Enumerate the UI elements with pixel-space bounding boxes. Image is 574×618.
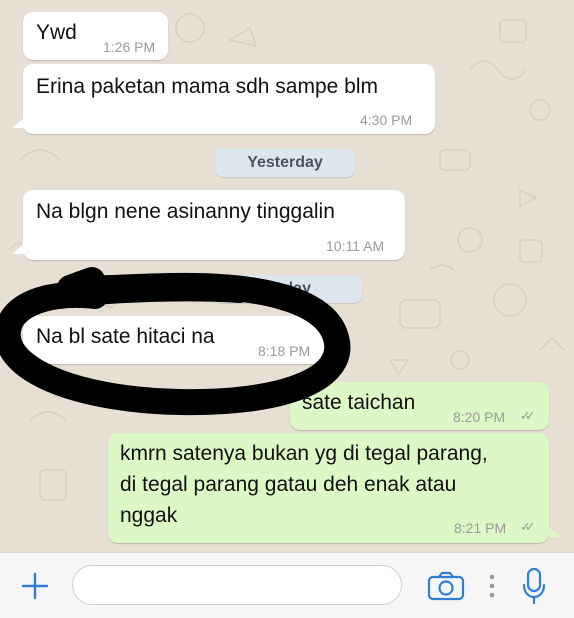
message-text: Na bl sate hitaci na bbox=[36, 325, 215, 348]
date-separator: Today bbox=[214, 275, 362, 303]
message-text: kmrn satenya bukan yg di tegal parang, d… bbox=[120, 442, 488, 527]
message-input[interactable] bbox=[72, 565, 402, 605]
read-receipt-icon: ✓✓ bbox=[520, 519, 536, 534]
message-text: Na blgn nene asinanny tinggalin bbox=[36, 200, 335, 223]
date-separator: Yesterday bbox=[215, 149, 355, 177]
message-bubble-incoming[interactable]: Ywd 1:26 PM bbox=[23, 12, 168, 60]
microphone-icon bbox=[522, 567, 546, 605]
more-dots-icon bbox=[489, 574, 495, 598]
message-text: Erina paketan mama sdh sampe blm bbox=[36, 75, 378, 98]
compose-bar bbox=[0, 552, 574, 618]
voice-message-button[interactable] bbox=[516, 565, 552, 607]
chat-area[interactable]: Ywd 1:26 PM Erina paketan mama sdh sampe… bbox=[0, 0, 574, 552]
message-bubble-outgoing[interactable]: kmrn satenya bukan yg di tegal parang, d… bbox=[108, 433, 549, 543]
message-timestamp: 10:11 AM bbox=[326, 238, 385, 254]
attach-button[interactable] bbox=[18, 569, 52, 603]
message-timestamp: 8:20 PM bbox=[453, 409, 506, 425]
message-text: Ywd bbox=[36, 21, 77, 44]
message-bubble-outgoing[interactable]: sate taichan 8:20 PM ✓✓ bbox=[290, 382, 549, 430]
camera-icon bbox=[427, 571, 465, 601]
bubble-tail bbox=[549, 527, 561, 537]
read-receipt-icon: ✓✓ bbox=[520, 408, 536, 423]
message-timestamp: 8:21 PM bbox=[454, 520, 507, 536]
plus-icon bbox=[21, 572, 49, 600]
message-timestamp: 4:30 PM bbox=[360, 112, 413, 128]
message-timestamp: 1:26 PM bbox=[103, 39, 156, 55]
message-bubble-incoming[interactable]: Na bl sate hitaci na 8:18 PM bbox=[23, 316, 333, 364]
more-options-button[interactable] bbox=[482, 571, 502, 601]
message-bubble-incoming[interactable]: Na blgn nene asinanny tinggalin 10:11 AM bbox=[23, 190, 405, 260]
message-bubble-incoming[interactable]: Erina paketan mama sdh sampe blm 4:30 PM bbox=[23, 64, 435, 134]
camera-button[interactable] bbox=[424, 567, 468, 605]
message-text: sate taichan bbox=[302, 391, 416, 414]
bubble-tail bbox=[12, 118, 24, 128]
message-timestamp: 8:18 PM bbox=[258, 343, 311, 359]
bubble-tail bbox=[12, 244, 24, 254]
